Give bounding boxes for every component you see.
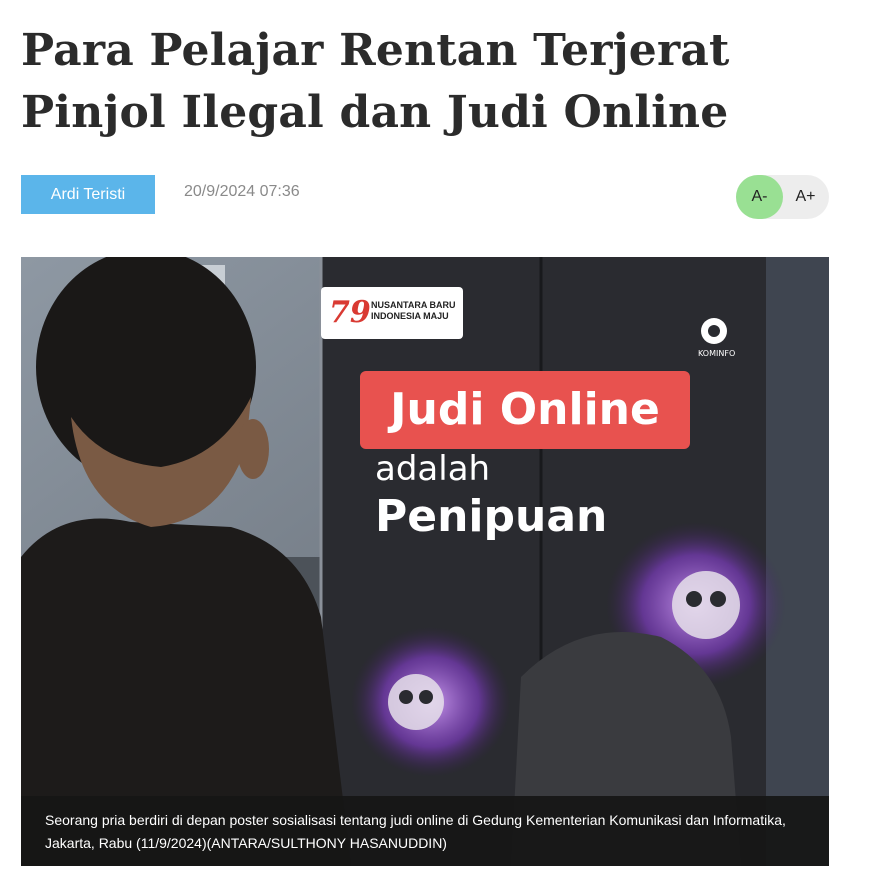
article-photo: 79 NUSANTARA BARU INDONESIA MAJU KOMINFO… bbox=[21, 257, 829, 866]
poster-line-adalah: adalah bbox=[375, 449, 491, 489]
increase-font-button[interactable]: A+ bbox=[782, 175, 829, 219]
kominfo-label: KOMINFO bbox=[698, 349, 736, 358]
poster-line-penipuan: Penipuan bbox=[375, 491, 608, 542]
photo-caption: Seorang pria berdiri di depan poster sos… bbox=[21, 796, 829, 866]
decrease-font-button[interactable]: A- bbox=[736, 175, 783, 219]
logo-number: 79 bbox=[329, 295, 371, 330]
poster-headline: Judi Online bbox=[360, 371, 690, 449]
article-title: Para Pelajar Rentan Terjerat Pinjol Ileg… bbox=[21, 25, 730, 138]
publish-date: 20/9/2024 07:36 bbox=[184, 183, 300, 200]
anniversary-logo: 79 NUSANTARA BARU INDONESIA MAJU bbox=[321, 287, 463, 339]
font-size-controls: A- A+ bbox=[736, 175, 829, 219]
logo-text: NUSANTARA BARU INDONESIA MAJU bbox=[371, 300, 456, 321]
author-badge[interactable]: Ardi Teristi bbox=[21, 175, 155, 214]
